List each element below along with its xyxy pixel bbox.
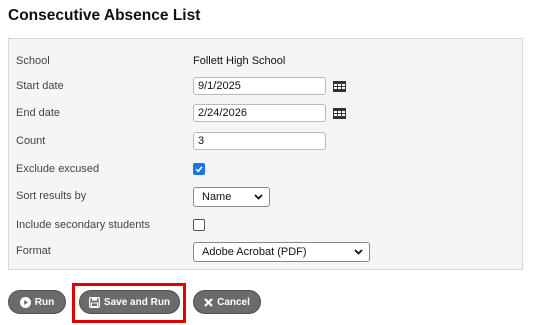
start-date-row: Start date [9,77,522,97]
sort-results-select[interactable]: Name [193,187,270,207]
calendar-icon[interactable] [333,108,346,119]
exclude-excused-checkbox[interactable] [193,163,205,175]
cancel-button[interactable]: Cancel [193,290,261,314]
count-label: Count [16,135,46,147]
report-options-panel: School Follett High School Start date En… [8,38,523,270]
include-secondary-checkbox[interactable] [193,219,205,231]
sort-results-selected: Name [202,191,232,203]
page-title: Consecutive Absence List [8,7,201,24]
end-date-label: End date [16,107,61,119]
close-icon [204,297,213,307]
sort-results-label: Sort results by [16,190,87,202]
start-date-input[interactable] [193,77,326,95]
run-button[interactable]: Run [8,290,66,314]
checkmark-icon [195,166,203,173]
format-select[interactable]: Adobe Acrobat (PDF) [193,242,370,262]
exclude-excused-row: Exclude excused [9,160,522,180]
include-secondary-label: Include secondary students [16,219,150,231]
run-button-label: Run [34,296,55,308]
chevron-down-icon [354,249,363,255]
format-selected: Adobe Acrobat (PDF) [202,246,307,258]
exclude-excused-label: Exclude excused [16,163,100,175]
calendar-icon[interactable] [333,81,346,92]
end-date-input[interactable] [193,104,326,122]
sort-results-row: Sort results by Name [9,187,522,207]
cancel-button-label: Cancel [217,296,250,308]
format-row: Format Adobe Acrobat (PDF) [9,242,522,262]
count-row: Count [9,132,522,152]
school-row: School Follett High School [9,52,522,72]
chevron-down-icon [254,194,263,200]
include-secondary-row: Include secondary students [9,216,522,236]
count-input[interactable] [193,132,326,150]
school-label: School [16,55,50,67]
save-and-run-highlight-box [72,283,186,323]
school-value: Follett High School [193,55,286,67]
end-date-row: End date [9,104,522,124]
format-label: Format [16,245,51,257]
play-circle-icon [19,296,31,308]
start-date-label: Start date [16,80,64,92]
